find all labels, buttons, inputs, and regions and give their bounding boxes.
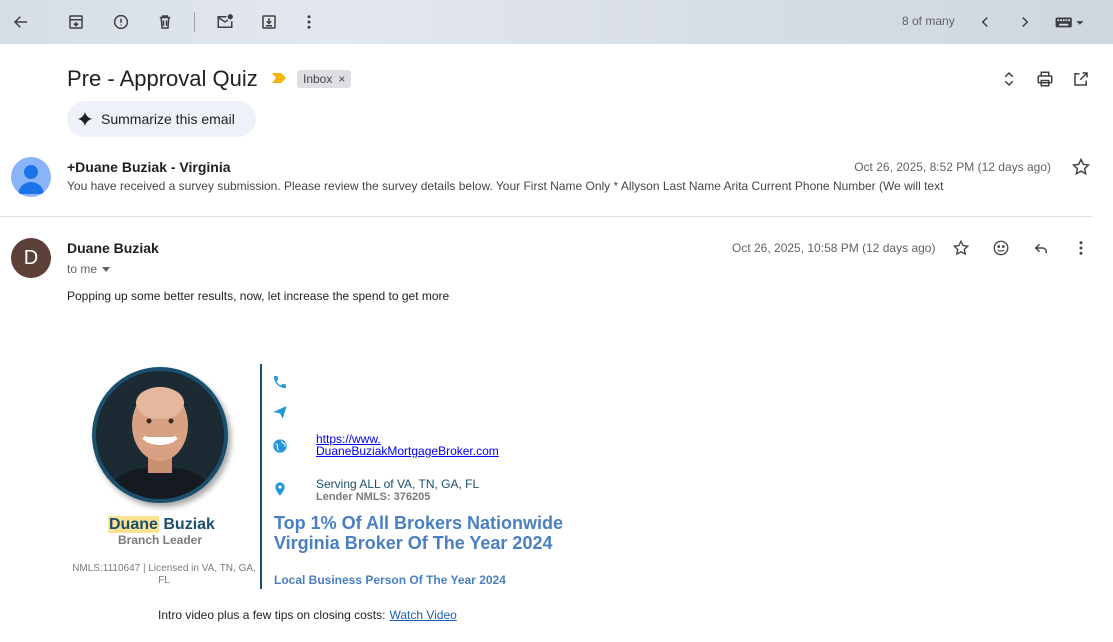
add-reaction-icon[interactable] [989,236,1013,260]
star-icon[interactable] [1071,157,1091,177]
toolbar-divider [194,12,195,32]
caret-down-icon [102,267,111,272]
email-subject: Pre - Approval Quiz [67,66,258,91]
open-in-new-window-icon[interactable] [1070,68,1092,90]
signature-nmls: NMLS:1110647 | Licensed in VA, TN, GA, F… [72,563,256,586]
signature-role: Branch Leader [118,533,203,547]
archive-icon[interactable] [62,8,90,36]
message-date: Oct 26, 2025, 8:52 PM (12 days ago) [854,160,1051,174]
recipient-text: to me [67,262,98,276]
default-person-icon [18,165,44,194]
intro-line: Intro video plus a few tips on closing c… [158,608,457,622]
chevron-right-icon[interactable] [1011,8,1039,36]
mark-unread-icon[interactable] [211,8,239,36]
intro-text: Intro video plus a few tips on closing c… [158,608,386,622]
summarize-email-button[interactable]: Summarize this email [67,101,256,137]
service-area: Serving ALL of VA, TN, GA, FL [316,477,480,491]
message-divider [0,216,1092,217]
award-top-brokers: Top 1% Of All Brokers Nationwide [274,513,564,533]
back-arrow-icon[interactable] [7,8,35,36]
sender-avatar[interactable]: D [11,238,51,278]
message-sender[interactable]: Duane Buziak [67,240,159,256]
summarize-label: Summarize this email [101,111,235,127]
signature-name: Duane Buziak [108,516,215,534]
award-broker-of-year: Virginia Broker Of The Year 2024 [274,533,553,553]
recipient-details-toggle[interactable]: to me [67,262,111,276]
star-icon[interactable] [949,236,973,260]
signature-last-name: Buziak [163,516,215,533]
chevron-left-icon[interactable] [971,8,999,36]
delete-icon[interactable] [151,8,179,36]
awards-block: Top 1% Of All Brokers Nationwide Virgini… [274,513,594,553]
website-link[interactable]: https://www. DuaneBuziakMortgageBroker.c… [316,433,499,457]
snooze-download-icon[interactable] [255,8,283,36]
message-snippet[interactable]: You have received a survey submission. P… [67,179,943,193]
signature-divider [260,364,262,589]
lender-nmls: Lender NMLS: 376205 [316,491,431,503]
message-sender[interactable]: +Duane Buziak - Virginia [67,159,231,175]
sparkle-icon [77,111,93,127]
print-icon[interactable] [1034,68,1056,90]
report-spam-icon[interactable] [107,8,135,36]
expand-all-icon[interactable] [998,68,1020,90]
toolbar: 8 of many [0,0,1113,44]
globe-icon [273,439,287,453]
more-vert-icon[interactable] [295,8,323,36]
sender-avatar[interactable] [11,157,51,197]
keyboard-input-icon[interactable] [1050,8,1090,36]
signature-photo [92,367,228,503]
award-business-person: Local Business Person Of The Year 2024 [274,573,506,587]
inbox-label-text: Inbox [303,72,333,86]
profile-photo-icon [96,371,224,499]
important-marker-icon[interactable] [272,72,286,84]
message-date: Oct 26, 2025, 10:58 PM (12 days ago) [732,241,936,255]
more-vert-icon[interactable] [1069,236,1093,260]
pager-count: 8 of many [902,14,955,28]
phone-icon [274,376,286,388]
remove-label-button[interactable]: × [338,72,345,86]
location-pin-icon [275,482,285,496]
inbox-label-chip: Inbox × [297,70,352,88]
message-body: Popping up some better results, now, let… [67,289,450,303]
website-link-line2: DuaneBuziakMortgageBroker.com [316,444,499,458]
reply-icon[interactable] [1029,236,1053,260]
watch-video-link[interactable]: Watch Video [389,608,456,622]
send-icon [273,406,287,419]
signature-first-name: Duane [108,516,159,533]
